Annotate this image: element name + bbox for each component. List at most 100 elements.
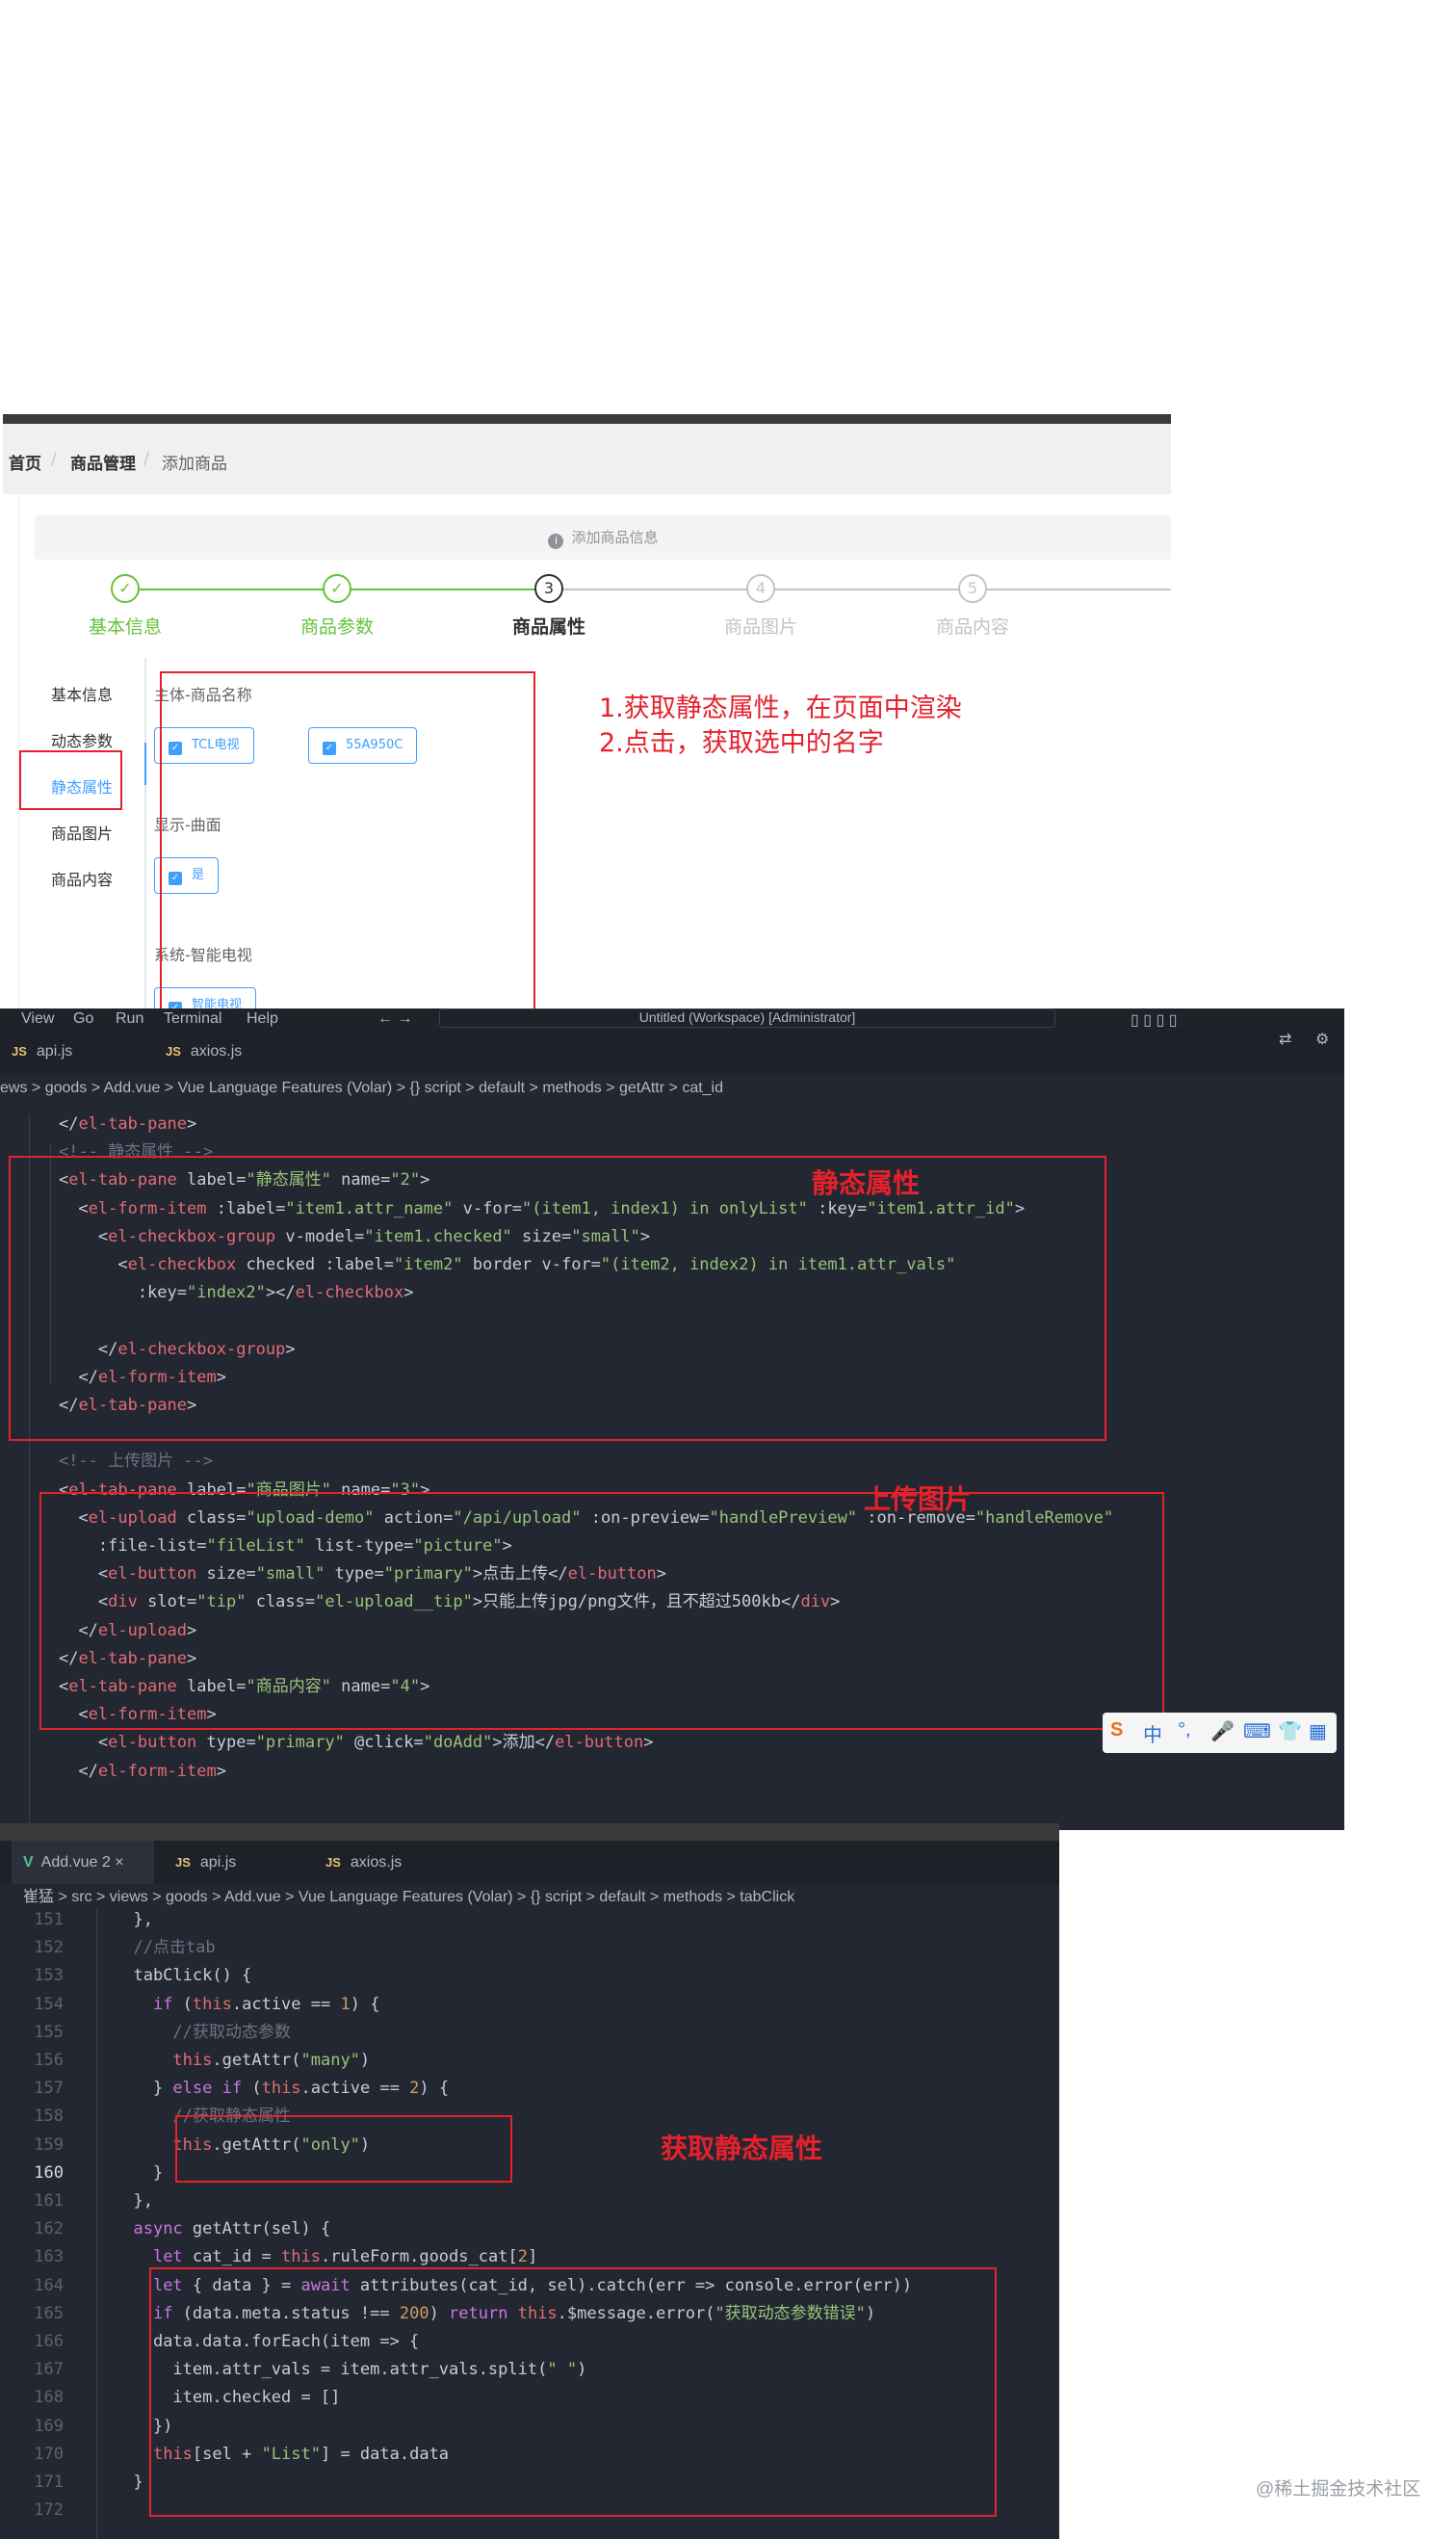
tab-axios-js[interactable]: JS axios.js	[154, 1030, 308, 1073]
code-line[interactable]: </el-form-item>	[19, 1758, 226, 1786]
line-number: 156	[34, 2051, 64, 2070]
active-tab-indicator	[144, 743, 146, 785]
line-number: 171	[34, 2473, 64, 2492]
step-number: 3	[534, 574, 563, 603]
menu-run[interactable]: Run	[116, 1010, 143, 1028]
breadcrumb: 首页 / 商品管理 / 添加商品	[3, 424, 1171, 494]
grid-icon[interactable]: ▦	[1309, 1719, 1327, 1743]
step-goods-attrs: 3 商品属性	[443, 574, 655, 639]
code-line[interactable]: <!-- 上传图片 -->	[19, 1448, 213, 1476]
tab-label: axios.js	[190, 1043, 243, 1060]
highlight-box	[39, 1492, 1164, 1730]
highlight-box	[19, 750, 122, 810]
line-number: 169	[34, 2416, 64, 2436]
highlight-box	[160, 671, 535, 1008]
tab-api-js[interactable]: JS api.js	[0, 1030, 144, 1073]
code-line[interactable]: <el-button type="primary" @click="doAdd"…	[19, 1729, 654, 1757]
line-number: 162	[34, 2219, 64, 2239]
ime-toolbar[interactable]: S 中 °, 🎤 ⌨ 👕 ▦	[1103, 1713, 1337, 1753]
code-line[interactable]: async getAttr(sel) {	[114, 2215, 330, 2243]
highlight-box	[175, 2115, 512, 2183]
step-label: 基本信息	[88, 616, 162, 638]
line-number: 154	[34, 1994, 64, 2014]
breadcrumb-sep: /	[143, 450, 149, 469]
step-label: 商品图片	[723, 616, 797, 638]
breadcrumb-home[interactable]: 首页	[9, 450, 41, 474]
code-line[interactable]: }	[114, 2159, 163, 2187]
ide-script-screenshot: V Add.vue 2 × JS api.js JS axios.js 崔猛 > sr…	[0, 1823, 1059, 2539]
info-alert: i 添加商品信息	[35, 515, 1171, 560]
annotation-label: 获取静态属性	[661, 2133, 823, 2163]
ime-mode[interactable]: 中	[1143, 1719, 1162, 1747]
tab-label: Add.vue 2	[40, 1854, 111, 1871]
line-number: 164	[34, 2275, 64, 2295]
line-number: 151	[34, 1910, 64, 1929]
step-number: 5	[958, 574, 987, 603]
punctuation-icon[interactable]: °,	[1178, 1719, 1191, 1741]
breadcrumb-sep: /	[51, 450, 57, 469]
indent-guide	[96, 1908, 97, 2539]
line-number: 155	[34, 2022, 64, 2042]
code-line[interactable]: } else if (this.active == 2) {	[114, 2075, 449, 2103]
js-file-icon: JS	[325, 1855, 341, 1870]
highlight-box	[149, 2267, 997, 2517]
code-line[interactable]: },	[114, 2187, 152, 2215]
skin-icon[interactable]: 👕	[1278, 1719, 1302, 1743]
code-line[interactable]: //获取动态参数	[114, 2019, 290, 2047]
command-center[interactable]: Untitled (Workspace) [Administrator]	[439, 1008, 1055, 1028]
tab-add-vue[interactable]: V Add.vue 2 ×	[12, 1841, 154, 1884]
step-label: 商品内容	[935, 616, 1009, 638]
code-line[interactable]: },	[114, 1906, 152, 1934]
line-number: 160	[34, 2162, 64, 2183]
menu-go[interactable]: Go	[73, 1010, 93, 1028]
watermark: @稀土掘金技术社区	[1256, 2479, 1421, 2500]
check-icon: ✓	[323, 574, 351, 603]
step-number: 4	[746, 574, 775, 603]
step-label: 商品参数	[299, 616, 374, 638]
menu-help[interactable]: Help	[247, 1010, 278, 1028]
menu-terminal[interactable]: Terminal	[164, 1010, 221, 1028]
annotation-line-1: 1.获取静态属性，在页面中渲染	[599, 694, 962, 723]
side-tab-content[interactable]: 商品内容	[19, 867, 144, 890]
microphone-icon[interactable]: 🎤	[1210, 1719, 1235, 1743]
ide-template-screenshot: View Go Run Terminal Help ← → Untitled (…	[0, 1008, 1344, 1830]
keyboard-icon[interactable]: ⌨	[1243, 1719, 1271, 1743]
tab-axios-js[interactable]: JS axios.js	[314, 1841, 468, 1884]
vue-file-icon: V	[23, 1854, 34, 1871]
alert-text: 添加商品信息	[571, 529, 659, 546]
js-file-icon: JS	[12, 1044, 27, 1059]
code-line[interactable]: this.getAttr("many")	[114, 2047, 370, 2075]
close-icon[interactable]: ×	[115, 1854, 123, 1871]
code-line[interactable]: </el-tab-pane>	[19, 1111, 196, 1139]
line-number: 159	[34, 2134, 64, 2155]
code-line[interactable]: if (this.active == 1) {	[114, 1991, 379, 2019]
settings-icon[interactable]: ⚙	[1315, 1030, 1329, 1049]
step-goods-content: 5 商品内容	[867, 574, 1079, 639]
code-line[interactable]: tabClick() {	[114, 1962, 251, 1990]
menu-bar: View Go Run Terminal Help ← → Untitled (…	[0, 1008, 1344, 1030]
line-number: 166	[34, 2332, 64, 2351]
line-number: 163	[34, 2247, 64, 2267]
side-tab-basic[interactable]: 基本信息	[19, 682, 144, 705]
breadcrumb: ews > goods > Add.vue > Vue Language Fea…	[0, 1080, 724, 1096]
side-tab-images[interactable]: 商品图片	[19, 821, 144, 844]
side-tab-dynamic[interactable]: 动态参数	[19, 728, 144, 751]
nav-arrows-icon[interactable]: ← →	[377, 1010, 412, 1028]
info-icon: i	[548, 534, 564, 549]
breadcrumb-goods[interactable]: 商品管理	[70, 450, 136, 474]
compare-icon[interactable]: ⇄	[1279, 1030, 1291, 1049]
tab-api-js[interactable]: JS api.js	[164, 1841, 308, 1884]
step-goods-images: 4 商品图片	[655, 574, 867, 639]
line-number: 152	[34, 1938, 64, 1958]
line-number: 153	[34, 1966, 64, 1986]
step-goods-params: ✓ 商品参数	[231, 574, 443, 639]
tab-label: axios.js	[350, 1854, 403, 1871]
line-number: 158	[34, 2107, 64, 2127]
line-number: 172	[34, 2500, 64, 2521]
layout-icon[interactable]: ▯ ▯ ▯ ▯	[1131, 1010, 1178, 1030]
menu-view[interactable]: View	[21, 1010, 54, 1028]
annotation-label: 上传图片	[864, 1484, 973, 1514]
js-file-icon: JS	[166, 1044, 181, 1059]
code-line[interactable]: //点击tab	[114, 1934, 215, 1962]
code-line[interactable]: }	[114, 2469, 143, 2497]
